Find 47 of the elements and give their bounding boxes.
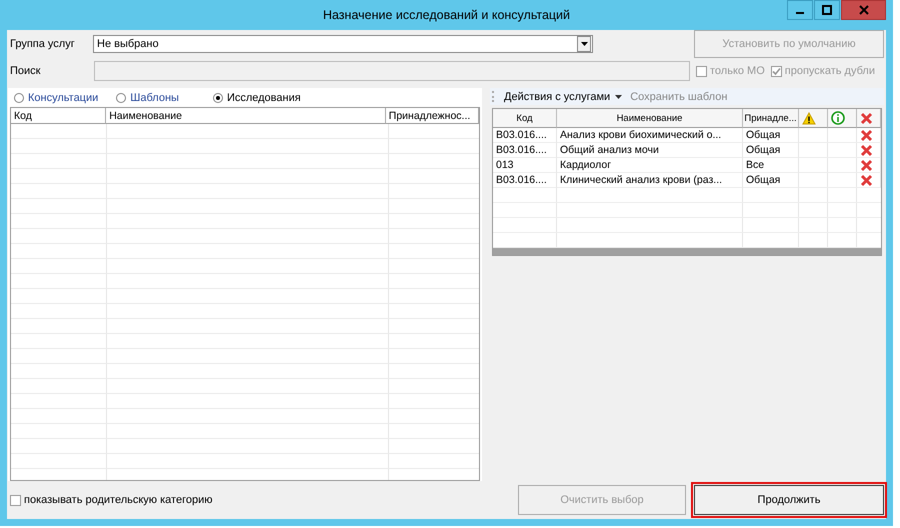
parent-category-checkbox[interactable]: показывать родительскую категорию: [10, 494, 212, 506]
table-cell: Все: [743, 158, 799, 173]
table-cell: Общий анализ мочи: [557, 143, 743, 158]
horizontal-scrollbar[interactable]: [493, 248, 881, 255]
column-header[interactable]: Код: [493, 109, 557, 128]
minimize-button[interactable]: [787, 0, 813, 20]
table-cell: 013: [493, 158, 557, 173]
close-icon: [858, 5, 868, 15]
column-header[interactable]: Принадлежнос...: [386, 108, 479, 124]
table-cell: Анализ крови биохимический о...: [557, 128, 743, 143]
delete-icon[interactable]: [860, 158, 873, 172]
radio-tab[interactable]: Шаблоны: [116, 92, 179, 104]
table-cell: Клинический анализ крови (раз...: [557, 173, 743, 188]
column-header[interactable]: [799, 109, 828, 128]
table-cell: B03.016....: [493, 173, 557, 188]
checkmark-icon: [772, 66, 781, 76]
column-header[interactable]: Наименование: [557, 109, 743, 128]
column-header[interactable]: [857, 109, 881, 128]
minimize-icon: [796, 12, 804, 14]
table-cell: B03.016....: [493, 128, 557, 143]
group-dropdown[interactable]: Не выбрано: [93, 35, 593, 53]
table-cell: Общая: [743, 173, 799, 188]
delete-icon[interactable]: [860, 128, 873, 142]
close-button[interactable]: [841, 0, 886, 20]
table-cell: B03.016....: [493, 143, 557, 158]
warning-icon: [802, 112, 816, 124]
caret-icon: [615, 94, 622, 98]
column-header[interactable]: Код: [11, 108, 106, 124]
column-header[interactable]: Принадле...: [743, 109, 799, 128]
column-header[interactable]: Наименование: [106, 108, 386, 124]
column-header[interactable]: [828, 109, 857, 128]
actions-menu-button[interactable]: Действия с услугами: [504, 90, 622, 102]
delete-icon: [860, 112, 873, 124]
action-button[interactable]: Продолжить: [694, 485, 884, 515]
delete-icon[interactable]: [860, 144, 873, 156]
table-cell: Общая: [743, 128, 799, 143]
info-icon: [831, 111, 845, 125]
window-title: Назначение исследований и консультаций: [322, 8, 570, 22]
table-cell: Общая: [743, 143, 799, 158]
table-cell: Кардиолог: [557, 158, 743, 173]
radio-tab[interactable]: Консультации: [14, 92, 98, 104]
group-label: Группа услуг: [10, 38, 76, 50]
maximize-button[interactable]: [814, 0, 840, 20]
maximize-icon: [822, 5, 832, 15]
delete-icon[interactable]: [860, 174, 873, 186]
radio-tab[interactable]: Исследования: [212, 92, 301, 104]
search-label: Поиск: [10, 65, 42, 77]
